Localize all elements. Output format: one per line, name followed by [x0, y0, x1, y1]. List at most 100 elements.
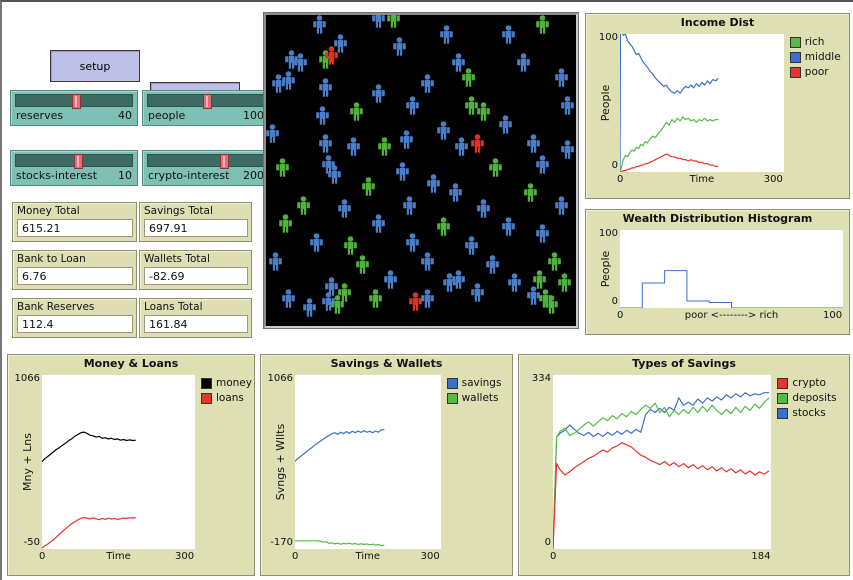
- slider-reserves-thumb[interactable]: [71, 94, 81, 109]
- monitor-wallets-total-title: Wallets Total: [144, 253, 210, 265]
- agent-person: [281, 289, 296, 312]
- agent-person: [488, 158, 503, 181]
- agent-person: [377, 136, 392, 160]
- agent-person: [266, 124, 280, 147]
- agent-person: [349, 102, 364, 125]
- agent-person: [327, 164, 342, 188]
- plot-wealth-histogram: Wealth Distribution Histogram 100 0 0 100 po…: [585, 209, 850, 335]
- agent-person: [318, 133, 333, 157]
- legend-swatch-icon: [777, 392, 789, 404]
- agent-person: [501, 24, 516, 48]
- agent-person: [554, 195, 569, 219]
- slider-stocks-interest[interactable]: stocks-interest 10: [10, 150, 138, 186]
- legend-label: loans: [216, 392, 244, 404]
- slider-crypto-interest-track[interactable]: [147, 154, 265, 169]
- agent-person: [470, 133, 485, 157]
- plot-income-dist: Income Dist 100 0 0 300 Time People rich middle…: [585, 13, 850, 199]
- plot-types-of-savings: Types of Savings 334 0 0 184 crypto deposits s…: [518, 354, 850, 576]
- legend-item[interactable]: loans: [201, 391, 252, 405]
- agent-person: [420, 74, 435, 97]
- legend-swatch-icon: [446, 377, 458, 389]
- setup-button[interactable]: setup: [50, 50, 140, 82]
- monitor-savings-total-value: 697.91: [144, 219, 248, 237]
- monitor-loans-total-value: 161.84: [144, 315, 248, 333]
- slider-reserves-track[interactable]: [15, 94, 133, 109]
- legend-item[interactable]: crypto: [777, 376, 836, 390]
- agent-person: [337, 199, 352, 222]
- monitor-savings-total-title: Savings Total: [144, 205, 213, 217]
- plot-xlabel: Time: [689, 174, 715, 185]
- legend-swatch-icon: [446, 392, 458, 404]
- legend-item[interactable]: rich: [789, 35, 841, 49]
- legend-item[interactable]: deposits: [777, 391, 837, 405]
- agent-person: [355, 254, 370, 278]
- slider-reserves-value: 40: [118, 109, 132, 122]
- agent-person: [454, 136, 469, 160]
- plot-ytick-max: 100: [598, 32, 618, 43]
- agent-person: [439, 24, 454, 48]
- legend-swatch-icon: [777, 407, 789, 419]
- monitor-loans-total-title: Loans Total: [144, 301, 203, 313]
- legend-item[interactable]: middle: [789, 50, 841, 64]
- agent-person: [535, 155, 550, 178]
- agent-person: [554, 68, 569, 91]
- plot-canvas: [553, 375, 772, 549]
- plot-ylabel: People: [599, 250, 612, 288]
- legend-label: middle: [804, 51, 841, 63]
- plot-ytick-min: -50: [23, 537, 40, 548]
- agent-person: [346, 136, 361, 160]
- legend-label: savings: [461, 377, 502, 389]
- monitor-money-total-title: Money Total: [17, 205, 80, 217]
- world-view[interactable]: [264, 13, 578, 328]
- monitor-bank-reserves: Bank Reserves 112.4: [12, 298, 137, 338]
- slider-reserves[interactable]: reserves 40: [10, 90, 138, 126]
- plot-xlabel: Time: [106, 551, 131, 562]
- legend-label: rich: [804, 36, 825, 48]
- slider-people-thumb[interactable]: [202, 94, 212, 109]
- monitor-money-total: Money Total 615.21: [12, 202, 137, 242]
- agent-person: [361, 177, 376, 200]
- plot-xtick-min: 0: [292, 551, 299, 562]
- slider-people-track[interactable]: [147, 94, 265, 109]
- legend-swatch-icon: [789, 51, 801, 63]
- setup-button-label: setup: [79, 59, 111, 73]
- agent-person: [476, 102, 491, 125]
- agent-person: [557, 273, 572, 296]
- plot-legend: crypto deposits stocks: [777, 376, 837, 421]
- monitor-bank-reserves-title: Bank Reserves: [17, 301, 95, 313]
- plot-types-of-savings-title: Types of Savings: [632, 357, 736, 370]
- legend-swatch-icon: [777, 377, 789, 389]
- plot-xlabel: Time: [355, 551, 381, 562]
- plot-savings-and-wallets: Savings & Wallets 1066 -170 0 300 Time Svngs …: [260, 354, 513, 576]
- plot-money-and-loans: Money & Loans 1066 -50 0 300 Time Mny + Lns mo…: [7, 354, 255, 576]
- legend-item[interactable]: poor: [789, 65, 841, 79]
- agent-person: [309, 233, 324, 256]
- monitor-bank-reserves-value: 112.4: [17, 315, 133, 333]
- agent-person: [371, 214, 386, 237]
- legend-item[interactable]: money: [201, 376, 252, 390]
- agent-person: [476, 199, 491, 222]
- legend-item[interactable]: wallets: [446, 391, 502, 405]
- legend-label: poor: [804, 66, 829, 78]
- plot-xtick-min: 0: [39, 551, 46, 562]
- agent-person: [399, 130, 414, 153]
- monitor-bank-to-loan: Bank to Loan 6.76: [12, 250, 137, 290]
- plot-canvas: [620, 34, 784, 172]
- agent-person: [324, 46, 339, 69]
- slider-people[interactable]: people 100: [142, 90, 270, 126]
- agent-person: [535, 15, 550, 38]
- slider-stocks-interest-track[interactable]: [15, 154, 133, 169]
- slider-stocks-interest-thumb[interactable]: [74, 154, 83, 169]
- slider-reserves-label: reserves: [16, 109, 64, 122]
- agent-person: [371, 83, 386, 107]
- agent-person: [547, 251, 562, 275]
- agent-person: [420, 289, 435, 312]
- legend-swatch-icon: [201, 377, 212, 389]
- slider-crypto-interest-thumb[interactable]: [219, 154, 229, 169]
- legend-item[interactable]: stocks: [777, 406, 836, 420]
- legend-item[interactable]: savings: [446, 376, 502, 390]
- agent-person: [507, 273, 522, 296]
- agent-person: [448, 183, 463, 206]
- agent-person: [535, 223, 550, 247]
- slider-crypto-interest[interactable]: crypto-interest 200: [142, 150, 270, 186]
